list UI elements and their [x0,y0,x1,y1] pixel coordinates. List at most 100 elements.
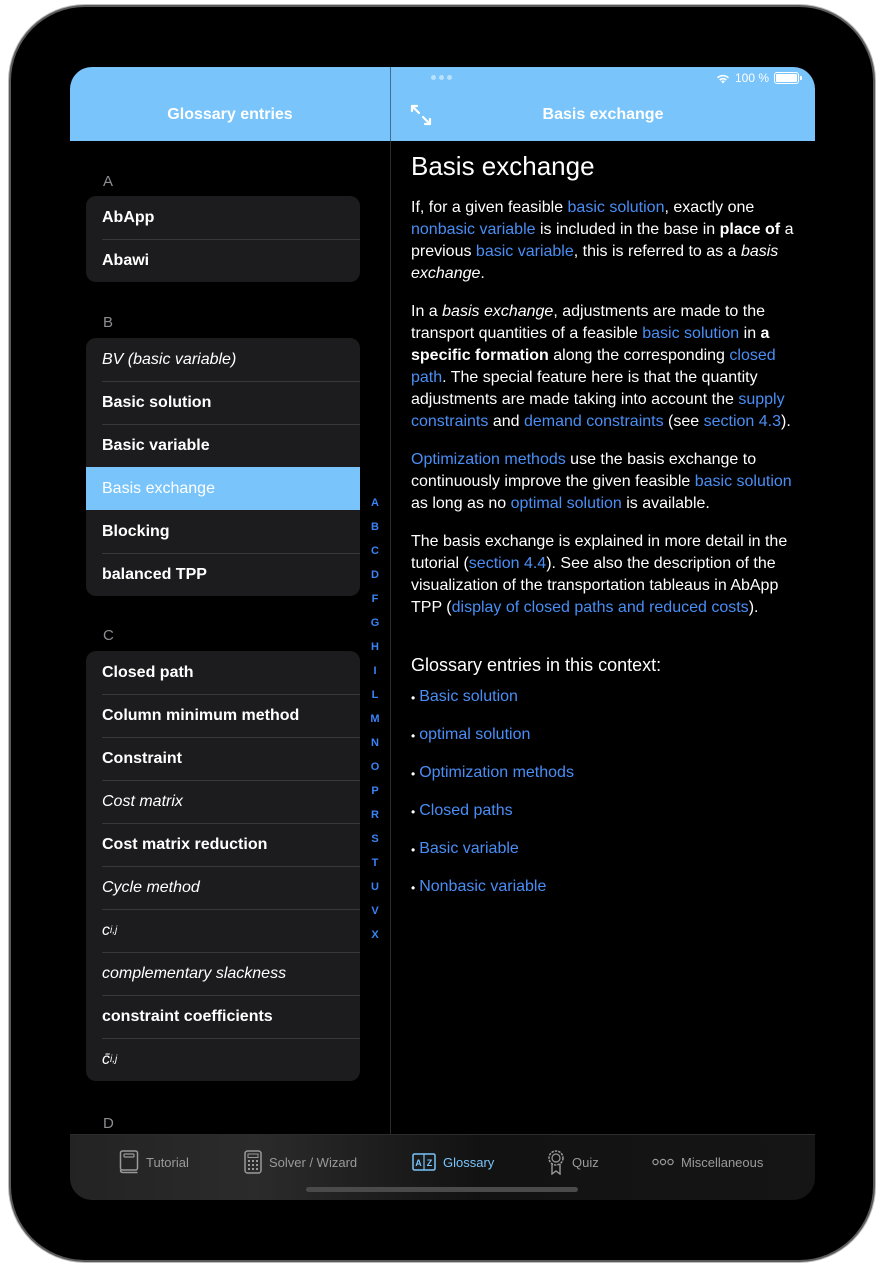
link-section-4-4[interactable]: section 4.4 [469,555,546,572]
context-link[interactable]: Closed paths [419,802,512,820]
link-basic-solution[interactable]: basic solution [642,325,739,342]
tab-glossary[interactable]: A Z Glossary [412,1150,494,1174]
status-bar: 100 % [716,71,802,85]
list-item[interactable]: AbApp [86,196,360,239]
index-letter[interactable]: A [366,491,384,515]
context-heading: Glossary entries in this context: [411,655,662,675]
link-optimization-methods[interactable]: Optimization methods [411,451,566,468]
list-item[interactable]: Column minimum method [86,694,360,737]
list-item[interactable]: Cost matrix reduction [86,823,360,866]
index-letter[interactable]: T [366,851,384,875]
list-item[interactable]: balanced TPP [86,553,360,596]
tab-bar: Tutorial Solver / Wizard A Z Glossary Qu… [70,1134,815,1200]
context-link[interactable]: Basic variable [419,840,519,858]
index-letter[interactable]: H [366,635,384,659]
index-letter[interactable]: M [366,707,384,731]
section-group-b: BV (basic variable) Basic solution Basic… [86,338,360,596]
home-indicator[interactable] [306,1187,578,1192]
section-index[interactable]: ABCDFGHILMNOPRSTUVX [366,491,384,947]
split-view-divider[interactable] [390,141,391,1134]
tab-solver-wizard[interactable]: Solver / Wizard [244,1150,357,1174]
context-link[interactable]: optimal solution [419,726,530,744]
entry-title: Basis exchange [411,151,595,181]
link-optimal-solution[interactable]: optimal solution [511,495,622,512]
text: as long as no [411,495,511,512]
context-list-item: • Basic variable [411,840,801,878]
link-nonbasic-variable[interactable]: nonbasic variable [411,221,536,238]
list-item[interactable]: constraint coefficients [86,995,360,1038]
index-letter[interactable]: S [366,827,384,851]
index-letter[interactable]: O [366,755,384,779]
svg-text:Z: Z [427,1158,433,1168]
list-item-selected[interactable]: Basis exchange [86,467,360,510]
context-list-item: • Basic solution [411,688,801,726]
list-item-label: c [102,921,110,939]
link-display-closed-paths[interactable]: display of closed paths and reduced cost… [452,599,749,616]
link-basic-solution[interactable]: basic solution [568,199,665,216]
text: along the corresponding [548,347,730,364]
index-letter[interactable]: X [366,923,384,947]
list-item[interactable]: Basic solution [86,381,360,424]
text: and [488,413,524,430]
list-item[interactable]: Cycle method [86,866,360,909]
link-basic-solution[interactable]: basic solution [695,473,792,490]
sidebar-title: Glossary entries [167,106,293,123]
context-link[interactable]: Nonbasic variable [419,878,546,896]
list-item[interactable]: Basic variable [86,424,360,467]
az-glossary-icon: A Z [412,1153,436,1171]
list-item-subscript: i,j [110,925,118,936]
index-letter[interactable]: B [366,515,384,539]
list-item[interactable]: c̄ i,j [86,1038,360,1081]
index-letter[interactable]: P [366,779,384,803]
tab-label: Tutorial [146,1154,189,1170]
bullet: • [411,881,416,895]
index-letter[interactable]: F [366,587,384,611]
section-header-b: B [103,314,114,331]
list-item[interactable]: BV (basic variable) [86,338,360,381]
battery-percentage: 100 % [734,71,769,85]
list-item[interactable]: c i,j [86,909,360,952]
index-letter[interactable]: I [366,659,384,683]
glossary-list[interactable]: A AbApp Abawi B BV (basic variable) Basi… [70,141,390,1134]
link-basic-variable[interactable]: basic variable [476,243,574,260]
multitasking-dots-icon[interactable] [431,75,452,80]
text: . [480,265,485,282]
text: is included in the base in [535,221,720,238]
link-section-4-3[interactable]: section 4.3 [704,413,781,430]
index-letter[interactable]: U [366,875,384,899]
section-header-c: C [103,627,114,644]
context-list-item: • Nonbasic variable [411,878,801,916]
calculator-icon [244,1150,262,1174]
list-item[interactable]: complementary slackness [86,952,360,995]
index-letter[interactable]: R [366,803,384,827]
index-letter[interactable]: C [366,539,384,563]
list-item[interactable]: Closed path [86,651,360,694]
list-item[interactable]: Blocking [86,510,360,553]
text: , exactly one [664,199,755,216]
tab-miscellaneous[interactable]: Miscellaneous [652,1150,763,1174]
index-letter[interactable]: N [366,731,384,755]
svg-text:A: A [415,1158,422,1168]
index-letter[interactable]: L [366,683,384,707]
link-demand-constraints[interactable]: demand constraints [524,413,664,430]
list-item[interactable]: Constraint [86,737,360,780]
index-letter[interactable]: G [366,611,384,635]
list-item[interactable]: Abawi [86,239,360,282]
bullet: • [411,691,416,705]
paragraph-3: Optimization methods use the basis excha… [411,449,801,515]
bullet: • [411,729,416,743]
tab-label: Miscellaneous [681,1154,764,1170]
tab-tutorial[interactable]: Tutorial [119,1150,189,1174]
bullet: • [411,843,416,857]
context-link[interactable]: Basic solution [419,688,518,706]
context-links-list: • Basic solution • optimal solution • Optim… [411,688,801,916]
index-letter[interactable]: V [366,899,384,923]
text: is available. [621,495,710,512]
list-item[interactable]: Cost matrix [86,780,360,823]
ellipsis-circles-icon [652,1158,674,1166]
section-header-d: D [103,1115,114,1132]
index-letter[interactable]: D [366,563,384,587]
context-link[interactable]: Optimization methods [419,764,574,782]
tab-quiz[interactable]: Quiz [547,1150,599,1175]
tab-label: Quiz [572,1154,599,1170]
